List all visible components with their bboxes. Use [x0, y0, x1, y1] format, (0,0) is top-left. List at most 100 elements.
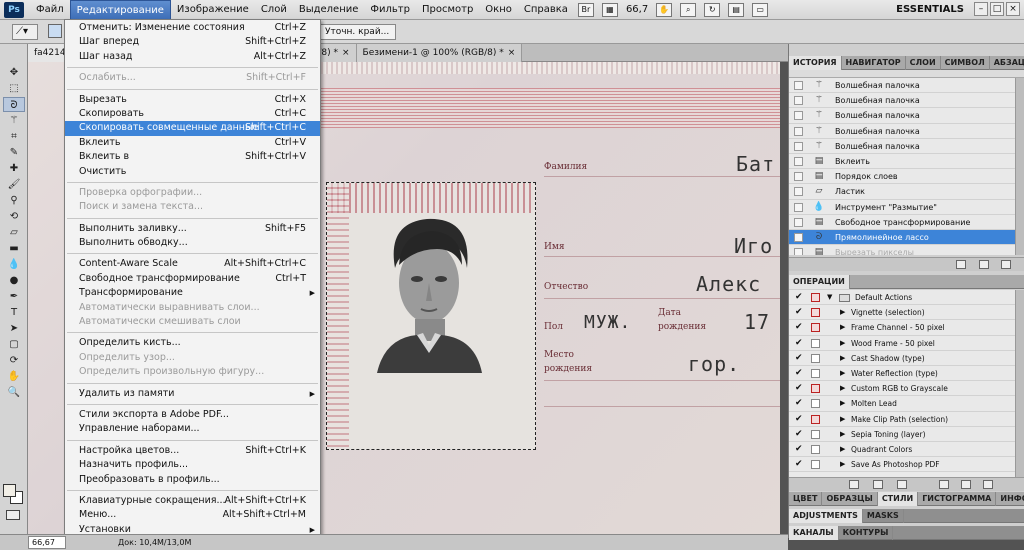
- menu-item[interactable]: Выполнить обводку...: [65, 236, 320, 250]
- menu-item[interactable]: Просмотр: [416, 0, 479, 20]
- menu-item[interactable]: Шаг вперед Shift+Ctrl+Z: [65, 35, 320, 49]
- screen-mode-icon[interactable]: ▭: [752, 2, 769, 17]
- panel-tab[interactable]: ИНФО: [996, 492, 1024, 506]
- foreground-color-swatch[interactable]: [3, 484, 16, 497]
- zoom-icon[interactable]: 🔍: [3, 385, 25, 400]
- blur-tool-icon[interactable]: 💧: [3, 257, 25, 272]
- history-source-checkbox[interactable]: [794, 232, 803, 242]
- document-info[interactable]: Док: 10,4M/13,0M: [118, 535, 191, 550]
- shape-tool-icon[interactable]: ▢: [3, 337, 25, 352]
- dialog-toggle[interactable]: [811, 323, 820, 333]
- history-item[interactable]: ⚚ Волшебная палочка: [789, 78, 1015, 94]
- menu-item[interactable]: Преобразовать в профиль...: [65, 473, 320, 487]
- checkmark-icon[interactable]: ✔: [795, 322, 803, 333]
- close-icon[interactable]: ×: [508, 48, 516, 58]
- new-action-icon[interactable]: [961, 480, 971, 489]
- menu-item[interactable]: Отменить: Изменение состояния Ctrl+Z: [65, 21, 320, 35]
- actions-scrollbar[interactable]: [1015, 290, 1024, 482]
- panel-tab[interactable]: ЦВЕТ: [789, 492, 823, 506]
- photo-selection[interactable]: [326, 182, 536, 450]
- tab-actions[interactable]: ОПЕРАЦИИ: [789, 275, 850, 289]
- dialog-toggle[interactable]: [811, 353, 820, 363]
- stop-icon[interactable]: [849, 480, 859, 489]
- dialog-toggle[interactable]: [811, 293, 820, 302]
- hand-icon[interactable]: ✋: [3, 369, 25, 384]
- panel-tab[interactable]: КОНТУРЫ: [839, 526, 894, 540]
- panel-tab[interactable]: НАВИГАТОР: [842, 56, 906, 70]
- new-selection-button[interactable]: [48, 24, 62, 38]
- tool-preset-picker[interactable]: ⟋▾: [12, 24, 38, 40]
- history-item[interactable]: ▤ Порядок слоев: [789, 169, 1015, 185]
- menu-item[interactable]: Назначить профиль...: [65, 458, 320, 472]
- history-source-checkbox[interactable]: [794, 202, 803, 212]
- action-item[interactable]: ✔ ▶ Wood Frame - 50 pixel: [789, 336, 1015, 351]
- history-source-checkbox[interactable]: [794, 141, 803, 151]
- panel-tab[interactable]: ОБРАЗЦЫ: [822, 492, 878, 506]
- 3d-rotate-tool-icon[interactable]: ⟳: [3, 353, 25, 368]
- zoom-tool-icon[interactable]: ⌕: [680, 2, 697, 17]
- action-item[interactable]: ✔ ▶ Molten Lead: [789, 396, 1015, 412]
- expand-arrow-icon[interactable]: ▶: [840, 305, 845, 320]
- checkmark-icon[interactable]: ✔: [795, 368, 803, 379]
- action-item[interactable]: ✔ ▶ Water Reflection (type): [789, 366, 1015, 382]
- expand-arrow-icon[interactable]: ▶: [840, 457, 845, 472]
- expand-arrow-icon[interactable]: ▶: [840, 351, 845, 366]
- panel-tab[interactable]: ИСТОРИЯ: [789, 56, 842, 70]
- gradient-tool-icon[interactable]: ▬: [3, 241, 25, 256]
- checkmark-icon[interactable]: ✔: [795, 459, 803, 470]
- pen-tool-icon[interactable]: ✒: [3, 289, 25, 304]
- quick-mask-icon[interactable]: [6, 510, 20, 520]
- type-tool-icon[interactable]: T: [3, 305, 25, 320]
- trash-icon[interactable]: [1001, 260, 1011, 269]
- rotate-view-icon[interactable]: ↻: [704, 2, 721, 17]
- menu-item[interactable]: Стили экспорта в Adobe PDF...: [65, 408, 320, 422]
- expand-arrow-icon[interactable]: ▶: [840, 442, 845, 457]
- menu-item[interactable]: Клавиатурные сокращения... Alt+Shift+Ctrl…: [65, 494, 320, 508]
- history-source-checkbox[interactable]: [794, 96, 803, 106]
- play-icon[interactable]: [897, 480, 907, 489]
- document-tab[interactable]: Безимени-1 @ 100% (RGB/8) * ×: [356, 44, 523, 62]
- close-icon[interactable]: ×: [1006, 2, 1020, 16]
- checkmark-icon[interactable]: ✔: [795, 292, 803, 303]
- action-item[interactable]: ✔ ▶ Frame Channel - 50 pixel: [789, 320, 1015, 336]
- expand-arrow-icon[interactable]: ▶: [840, 427, 845, 442]
- checkmark-icon[interactable]: ✔: [795, 414, 803, 425]
- history-item[interactable]: ⚚ Волшебная палочка: [789, 124, 1015, 139]
- dialog-toggle[interactable]: [811, 444, 820, 454]
- snapshot-icon[interactable]: [956, 260, 966, 269]
- checkmark-icon[interactable]: ✔: [795, 383, 803, 394]
- panel-tab[interactable]: MASKS: [863, 509, 904, 523]
- action-item[interactable]: ✔ ▶ Sepia Toning (layer): [789, 427, 1015, 442]
- menu-item[interactable]: Очистить: [65, 165, 320, 179]
- move-tool-icon[interactable]: ✥: [3, 65, 25, 80]
- dialog-toggle[interactable]: [811, 414, 820, 424]
- dialog-toggle[interactable]: [811, 368, 820, 378]
- panel-tab[interactable]: ADJUSTMENTS: [789, 509, 863, 523]
- history-source-checkbox[interactable]: [794, 156, 803, 166]
- checkmark-icon[interactable]: ✔: [795, 429, 803, 440]
- eraser-tool-icon[interactable]: ▱: [3, 225, 25, 240]
- history-item[interactable]: ⚚ Волшебная палочка: [789, 108, 1015, 124]
- close-icon[interactable]: ×: [342, 48, 350, 58]
- dodge-tool-icon[interactable]: ●: [3, 273, 25, 288]
- menu-item[interactable]: Вырезать Ctrl+X: [65, 93, 320, 107]
- view-extras-icon[interactable]: ▦: [601, 2, 618, 17]
- checkmark-icon[interactable]: ✔: [795, 398, 803, 409]
- history-item[interactable]: ⚚ Волшебная палочка: [789, 139, 1015, 154]
- zoom-level[interactable]: 66,7: [626, 4, 648, 15]
- expand-arrow-icon[interactable]: ▶: [840, 366, 845, 381]
- menu-item[interactable]: Выполнить заливку... Shift+F5: [65, 222, 320, 236]
- history-item[interactable]: ▱ Ластик: [789, 184, 1015, 200]
- panel-tab[interactable]: СИМВОЛ: [941, 56, 990, 70]
- dialog-toggle[interactable]: [811, 384, 820, 394]
- refine-edge-button[interactable]: Уточн. край...: [318, 24, 397, 40]
- history-source-checkbox[interactable]: [794, 248, 803, 255]
- new-set-icon[interactable]: [939, 480, 949, 489]
- dialog-toggle[interactable]: [811, 308, 820, 318]
- expand-arrow-icon[interactable]: ▶: [840, 320, 845, 335]
- bridge-icon[interactable]: Br: [577, 2, 594, 17]
- menu-item[interactable]: Скопировать Ctrl+C: [65, 107, 320, 121]
- menu-item[interactable]: Редактирование: [69, 0, 171, 20]
- dialog-toggle[interactable]: [811, 338, 820, 348]
- menu-item[interactable]: Content-Aware Scale Alt+Shift+Ctrl+C: [65, 257, 320, 271]
